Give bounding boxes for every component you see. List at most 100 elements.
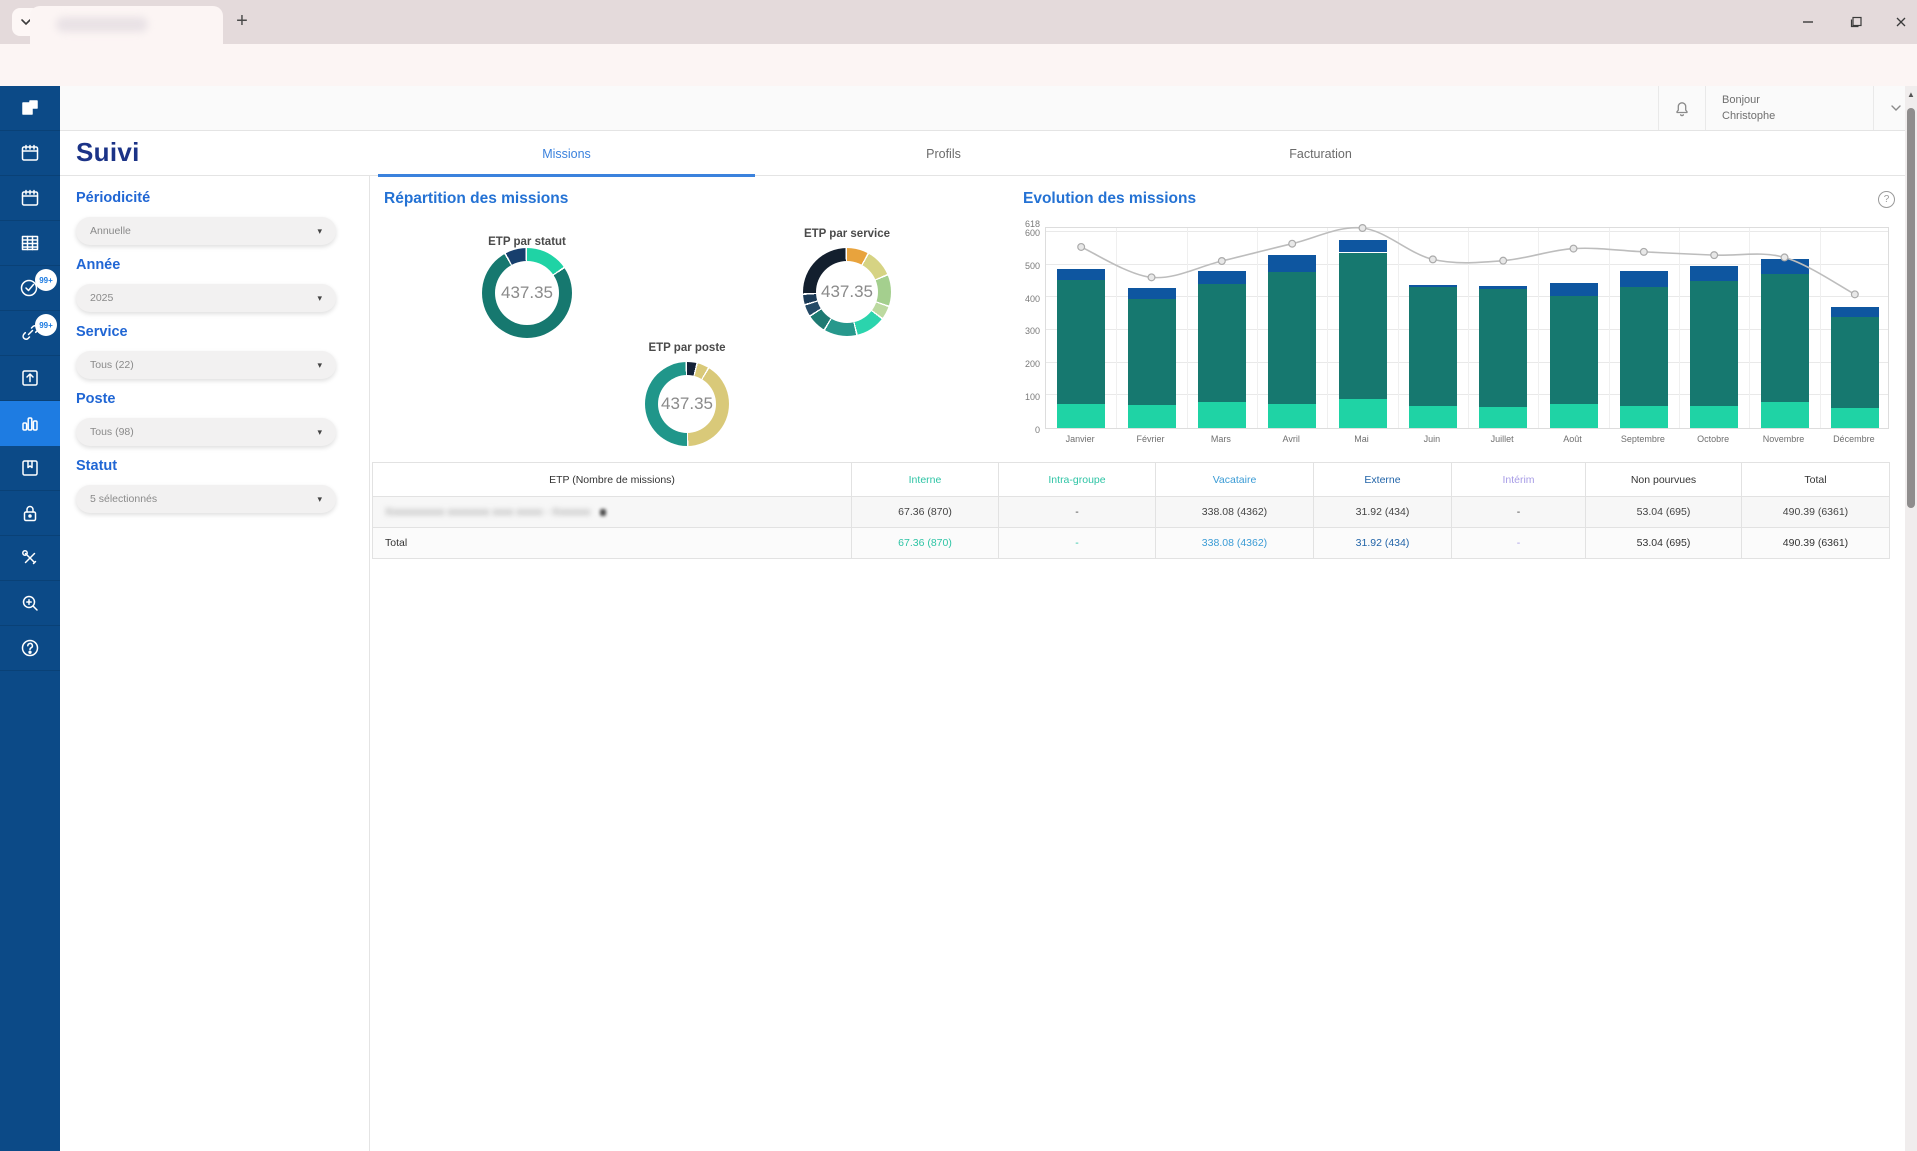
donut-center-value: 437.35 bbox=[658, 375, 716, 433]
donut-title-1: ETP par statut bbox=[447, 236, 607, 248]
evolution-plot-area bbox=[1045, 227, 1889, 429]
y-axis-label-400: 400 bbox=[1002, 294, 1040, 304]
sidebar-item-zoom-search[interactable] bbox=[0, 581, 60, 626]
sidebar-item-link[interactable]: 99+ bbox=[0, 311, 60, 356]
help-icon[interactable]: ? bbox=[1878, 191, 1895, 208]
donut-chart-1[interactable]: 437.35 bbox=[482, 248, 572, 338]
filter-dropdown-1[interactable]: Annuelle▾ bbox=[76, 217, 336, 245]
browser-tab-strip: + bbox=[0, 0, 1917, 44]
line-marker-mars[interactable] bbox=[1218, 258, 1225, 265]
scrollbar-up-arrow[interactable]: ▲ bbox=[1907, 90, 1915, 99]
total-cell: - bbox=[998, 527, 1155, 558]
sidebar-item-box-upload[interactable] bbox=[0, 356, 60, 401]
line-marker-janvier[interactable] bbox=[1078, 244, 1085, 251]
x-axis-label-novembre: Novembre bbox=[1749, 434, 1819, 444]
x-axis-label-janvier: Janvier bbox=[1045, 434, 1115, 444]
column-header-externe: Externe bbox=[1313, 463, 1451, 496]
browser-tab[interactable] bbox=[30, 6, 223, 44]
table-cell: 490.39 (6361) bbox=[1741, 496, 1889, 527]
x-axis-label-février: Février bbox=[1116, 434, 1186, 444]
sidebar-item-calendar[interactable] bbox=[0, 131, 60, 176]
greeting-line1: Bonjour bbox=[1722, 92, 1775, 108]
column-header-etp-nombre-de-missions-: ETP (Nombre de missions) bbox=[373, 463, 851, 496]
bar-chart-icon bbox=[18, 411, 42, 435]
sidebar-item-bookmark[interactable] bbox=[0, 446, 60, 491]
line-marker-mai[interactable] bbox=[1359, 225, 1366, 232]
donut-center-value: 437.35 bbox=[816, 261, 878, 323]
filter-dropdown-2[interactable]: 2025▾ bbox=[76, 284, 336, 312]
y-axis-label-618: 618 bbox=[1002, 219, 1040, 229]
establishment-name-redacted: Xxxxxxxxxxx xxxxxxxx xxxx xxxxx - Xxxxxx… bbox=[385, 506, 590, 518]
tab-profils[interactable]: Profils bbox=[755, 131, 1132, 176]
zoom-search-icon bbox=[18, 591, 42, 615]
y-axis-label-200: 200 bbox=[1002, 359, 1040, 369]
missions-table: ETP (Nombre de missions)InterneIntra-gro… bbox=[372, 462, 1890, 559]
line-marker-septembre[interactable] bbox=[1640, 248, 1647, 255]
bookmark-icon bbox=[18, 456, 42, 480]
donut-chart-3[interactable]: 437.35 bbox=[645, 362, 729, 446]
badge-count: 99+ bbox=[35, 269, 57, 291]
sidebar-item-spreadsheet[interactable] bbox=[0, 221, 60, 266]
total-cell: 490.39 (6361) bbox=[1741, 527, 1889, 558]
notifications-cell[interactable] bbox=[1658, 86, 1706, 130]
new-tab-button[interactable]: + bbox=[230, 9, 254, 33]
tab-facturation[interactable]: Facturation bbox=[1132, 131, 1509, 176]
calendar-alt-icon bbox=[18, 186, 42, 210]
app-header: Bonjour Christophe bbox=[60, 86, 1917, 131]
title-bar: Suivi MissionsProfilsFacturation bbox=[60, 131, 1917, 176]
table-cell: 338.08 (4362) bbox=[1155, 496, 1313, 527]
filter-dropdown-3[interactable]: Tous (22) ▾ bbox=[76, 351, 336, 379]
window-maximize-icon[interactable] bbox=[1841, 9, 1871, 35]
establishment-name-cell[interactable]: Xxxxxxxxxxx xxxxxxxx xxxx xxxxx - Xxxxxx… bbox=[373, 496, 851, 527]
tools-icon bbox=[18, 546, 42, 570]
window-minimize-icon[interactable] bbox=[1793, 9, 1823, 35]
x-axis-label-juin: Juin bbox=[1397, 434, 1467, 444]
line-marker-août[interactable] bbox=[1570, 245, 1577, 252]
chevron-down-icon: ▾ bbox=[317, 226, 322, 237]
x-axis-label-mars: Mars bbox=[1186, 434, 1256, 444]
sidebar-item-lock[interactable] bbox=[0, 491, 60, 536]
browser-toolbar: ☆ ⋮ bbox=[0, 44, 1917, 86]
y-axis-label-0: 0 bbox=[1002, 425, 1040, 435]
page-title: Suivi bbox=[76, 137, 140, 168]
sidebar-item-check-circle[interactable]: 99+ bbox=[0, 266, 60, 311]
sidebar-item-tools[interactable] bbox=[0, 536, 60, 581]
donut-chart-2[interactable]: 437.35 bbox=[803, 248, 891, 336]
line-marker-décembre[interactable] bbox=[1851, 291, 1858, 298]
line-marker-avril[interactable] bbox=[1289, 240, 1296, 247]
redacted-icon bbox=[600, 509, 606, 516]
filter-dropdown-5[interactable]: 5 sélectionnés▾ bbox=[76, 485, 336, 513]
chevron-down-icon: ▾ bbox=[317, 360, 322, 371]
x-axis-label-août: Août bbox=[1538, 434, 1608, 444]
sidebar-item-calendar-alt[interactable] bbox=[0, 176, 60, 221]
sidebar-item-help[interactable] bbox=[0, 626, 60, 671]
page-scrollbar[interactable]: ▲ bbox=[1905, 86, 1917, 1151]
table-cell: 31.92 (434) bbox=[1313, 496, 1451, 527]
filter-dropdown-4[interactable]: Tous (98)▾ bbox=[76, 418, 336, 446]
sidebar-item-bar-chart[interactable] bbox=[0, 401, 60, 446]
line-marker-novembre[interactable] bbox=[1781, 254, 1788, 261]
filter-value: Tous (22) bbox=[90, 359, 134, 371]
sidebar-item-app-logo[interactable] bbox=[0, 86, 60, 131]
filter-panel: PériodicitéAnnuelle▾Année2025▾ServiceTou… bbox=[60, 176, 370, 1151]
table-total-row: Total67.36 (870)-338.08 (4362)31.92 (434… bbox=[373, 527, 1889, 558]
total-cell: 53.04 (695) bbox=[1585, 527, 1741, 558]
window-close-icon[interactable] bbox=[1886, 9, 1916, 35]
box-upload-icon bbox=[18, 366, 42, 390]
app-logo-icon bbox=[18, 96, 42, 120]
donut-center-value: 437.35 bbox=[495, 261, 559, 325]
greeting-line2: Christophe bbox=[1722, 108, 1775, 124]
donut-title-3: ETP par poste bbox=[607, 342, 767, 354]
bell-icon bbox=[1672, 98, 1692, 118]
x-axis-label-mai: Mai bbox=[1327, 434, 1397, 444]
line-marker-juin[interactable] bbox=[1429, 256, 1436, 263]
spreadsheet-icon bbox=[18, 231, 42, 255]
column-header-intra-groupe: Intra-groupe bbox=[998, 463, 1155, 496]
line-marker-juillet[interactable] bbox=[1500, 257, 1507, 264]
tab-missions[interactable]: Missions bbox=[378, 131, 755, 176]
column-header-total: Total bbox=[1741, 463, 1889, 496]
table-header-row: ETP (Nombre de missions)InterneIntra-gro… bbox=[373, 463, 1889, 496]
line-marker-octobre[interactable] bbox=[1711, 252, 1718, 259]
line-marker-février[interactable] bbox=[1148, 274, 1155, 281]
scrollbar-thumb[interactable] bbox=[1907, 108, 1915, 508]
